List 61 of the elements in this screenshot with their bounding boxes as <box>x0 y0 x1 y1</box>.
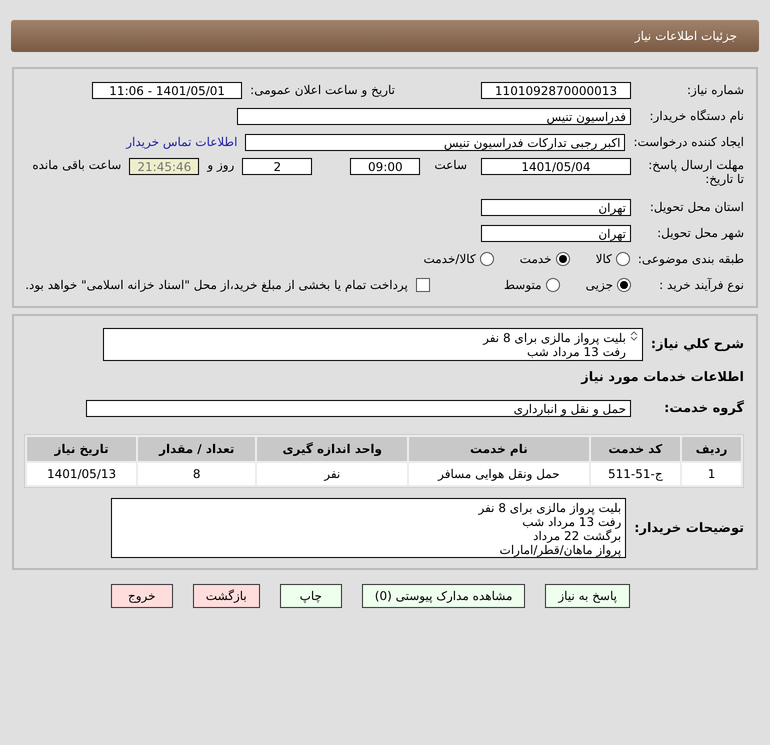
announce-date-field: 1401/05/01 - 11:06 <box>92 82 242 98</box>
buyer-notes-textarea[interactable]: بلیت پرواز مالزی برای 8 نفر رفت 13 مرداد شب برگشت 22 مرداد پرواز ماهان/قطر/امارات <box>111 498 626 558</box>
checkbox[interactable] <box>416 278 430 292</box>
table-cell: نفر <box>257 463 408 485</box>
table-cell: 1 <box>682 463 741 485</box>
radio-button[interactable] <box>556 252 570 266</box>
field-label: توضیحات خریدار: <box>634 520 744 536</box>
field-label: طبقه بندی موضوعی: <box>638 252 744 266</box>
field-label: روز و <box>207 158 234 172</box>
field-label: مهلت ارسال پاسخ: تا تاریخ: <box>647 158 744 186</box>
field-label: شماره نیاز: <box>686 83 744 97</box>
action-button[interactable]: پاسخ به نیاز <box>545 584 630 608</box>
field-label: ساعت باقی مانده <box>32 158 122 172</box>
column-header: ردیف <box>682 437 741 461</box>
requester-field: اکبر رجبی تدارکات فدراسیون تنیس <box>245 134 626 150</box>
field-label: شرح کلي نياز: <box>650 336 744 352</box>
radio-button[interactable] <box>546 278 560 292</box>
section-heading: اطلاعات خدمات مورد نیاز <box>581 370 744 384</box>
buyer-org-field: فدراسیون تنیس <box>237 108 631 124</box>
deadline-time-field: 09:00 <box>350 158 420 175</box>
field-label: گروه خدمت: <box>663 400 744 416</box>
table-cell: 8 <box>138 463 256 485</box>
column-header: واحد اندازه گیری <box>257 437 408 461</box>
radio-label: متوسط <box>504 278 542 292</box>
deadline-date-field: 1401/05/04 <box>481 158 631 175</box>
radio-button[interactable] <box>616 252 630 266</box>
radio-button[interactable] <box>617 278 631 292</box>
field-label: شهر محل تحویل: <box>656 226 744 240</box>
need-number-field: 1101092870000013 <box>481 82 631 98</box>
table-cell: ج-51-511 <box>590 463 680 485</box>
remaining-time-field: 21:45:46 <box>129 158 200 175</box>
radio-label: کالا/خدمت <box>423 252 476 266</box>
summary-textarea[interactable]: بلیت پرواز مالزی برای 8 نفر رفت 13 مرداد شب <box>102 328 643 360</box>
radio-label: کالا <box>596 252 612 266</box>
column-header: نام خدمت <box>409 437 589 461</box>
scroll-arrows-icon <box>630 330 638 340</box>
action-button[interactable]: چاپ <box>280 584 342 608</box>
radio-label: جزیی <box>586 278 613 292</box>
column-header: کد خدمت <box>590 437 680 461</box>
service-group-field: حمل و نقل و انبارداری <box>86 400 631 416</box>
city-field: تهران <box>481 224 631 242</box>
field-label: ساعت <box>434 158 467 172</box>
buyer-contact-link[interactable]: اطلاعات تماس خریدار <box>126 135 238 149</box>
field-label: استان محل تحویل: <box>648 200 744 214</box>
checkbox-label: پرداخت تمام یا بخشی از مبلغ خرید،از محل "اسناد خزانه اسلامی" خواهد بود. <box>25 278 408 292</box>
field-label: تاریخ و ساعت اعلان عمومی: <box>250 83 395 97</box>
table-cell: 1401/05/13 <box>27 463 136 485</box>
action-button[interactable]: خروج <box>110 584 173 608</box>
radio-label: خدمت <box>520 252 552 266</box>
column-header: تعداد / مقدار <box>138 437 256 461</box>
field-label: ایجاد کننده درخواست: <box>633 135 744 149</box>
field-label: نوع فرآیند خرید : <box>658 278 744 292</box>
action-button[interactable]: مشاهده مدارک پیوستی (0) <box>362 584 526 608</box>
column-header: تاریخ نیاز <box>27 437 136 461</box>
table-cell: حمل ونقل هوایی مسافر <box>409 463 589 485</box>
days-field: 2 <box>242 158 312 175</box>
action-button[interactable]: بازگشت <box>192 584 260 608</box>
province-field: تهران <box>481 198 631 216</box>
page-title: جزئیات اطلاعات نیاز <box>634 29 737 43</box>
radio-button[interactable] <box>480 252 494 266</box>
field-label: نام دستگاه خریدار: <box>648 109 744 123</box>
